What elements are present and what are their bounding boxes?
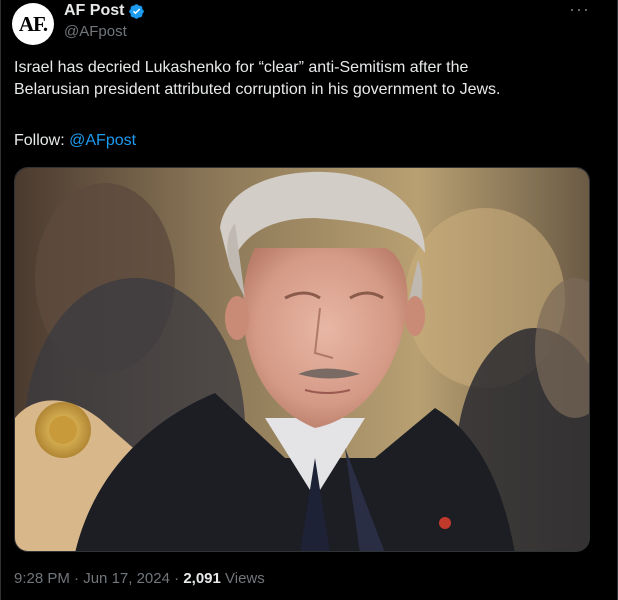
more-options-icon[interactable]: ···	[569, 0, 590, 18]
tweet-text-line-2: Belarusian president attributed corrupti…	[14, 81, 501, 98]
avatar[interactable]: AF.	[12, 3, 54, 45]
meta-separator: ·	[169, 570, 184, 587]
author-block: AF Post @AFpost	[64, 2, 145, 40]
left-border	[0, 0, 1, 600]
tweet-text: Israel has decried Lukashenko for “clear…	[14, 57, 604, 101]
name-row: AF Post	[64, 2, 145, 20]
views-count: 2,091	[183, 570, 221, 587]
follow-label: Follow:	[14, 132, 70, 149]
display-name[interactable]: AF Post	[64, 2, 124, 20]
tweet-date[interactable]: Jun 17, 2024	[83, 570, 170, 587]
tweet-text-line-1: Israel has decried Lukashenko for “clear…	[14, 59, 469, 76]
views-label: Views	[220, 570, 265, 587]
tweet-photo[interactable]	[14, 167, 590, 552]
tweet: AF. AF Post @AFpost ··· Israel has decri…	[0, 0, 618, 600]
author-handle[interactable]: @AFpost	[64, 23, 145, 40]
verified-badge-icon	[129, 3, 145, 19]
meta-separator: ·	[69, 570, 84, 587]
photo-graphic	[15, 168, 589, 551]
tweet-meta: 9:28 PM · Jun 17, 2024 · 2,091 Views	[14, 570, 265, 587]
follow-line: Follow: @AFpost	[14, 132, 136, 150]
follow-mention-link[interactable]: @AFpost	[69, 132, 136, 149]
tweet-time[interactable]: 9:28 PM	[14, 570, 70, 587]
